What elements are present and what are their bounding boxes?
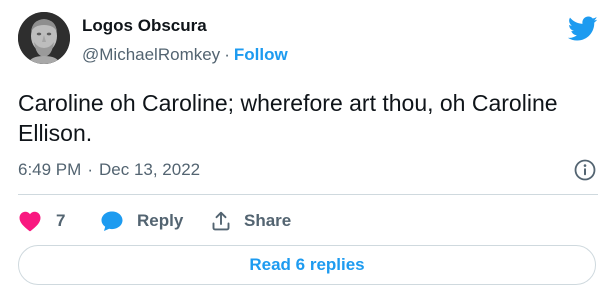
- action-bar: 7 Reply Share: [18, 207, 291, 235]
- like-count: 7: [56, 211, 66, 230]
- like-button[interactable]: 7: [18, 210, 100, 232]
- follow-button[interactable]: Follow: [234, 45, 288, 64]
- author-handle[interactable]: @MichaelRomkey: [82, 45, 220, 64]
- share-upload-icon: [212, 211, 230, 231]
- handle-separator: ·: [224, 45, 230, 64]
- reply-label: Reply: [137, 211, 184, 230]
- tweet-card: Logos Obscura @MichaelRomkey · Follow Caro…: [0, 0, 614, 302]
- date-separator: ·: [87, 160, 93, 179]
- speech-bubble-icon: [101, 211, 123, 231]
- tweet-timestamp[interactable]: 6:49 PM · Dec 13, 2022: [18, 160, 200, 180]
- heart-icon: [19, 211, 41, 232]
- share-label: Share: [244, 211, 292, 230]
- reply-button[interactable]: Reply: [100, 210, 210, 232]
- twitter-bird-icon[interactable]: [567, 16, 598, 42]
- avatar[interactable]: [18, 12, 70, 64]
- info-icon[interactable]: [573, 158, 597, 182]
- tweet-text: Caroline oh Caroline; wherefore art thou…: [18, 90, 558, 146]
- author-meta: @MichaelRomkey · Follow: [82, 45, 288, 65]
- statue-bust-avatar-icon: [18, 12, 70, 64]
- tweet-time: 6:49 PM: [18, 160, 82, 179]
- tweet-date: Dec 13, 2022: [98, 160, 201, 179]
- share-button[interactable]: Share: [210, 210, 291, 232]
- read-replies-button[interactable]: Read 6 replies: [18, 245, 596, 285]
- author-name[interactable]: Logos Obscura: [82, 16, 207, 36]
- divider: [18, 194, 598, 195]
